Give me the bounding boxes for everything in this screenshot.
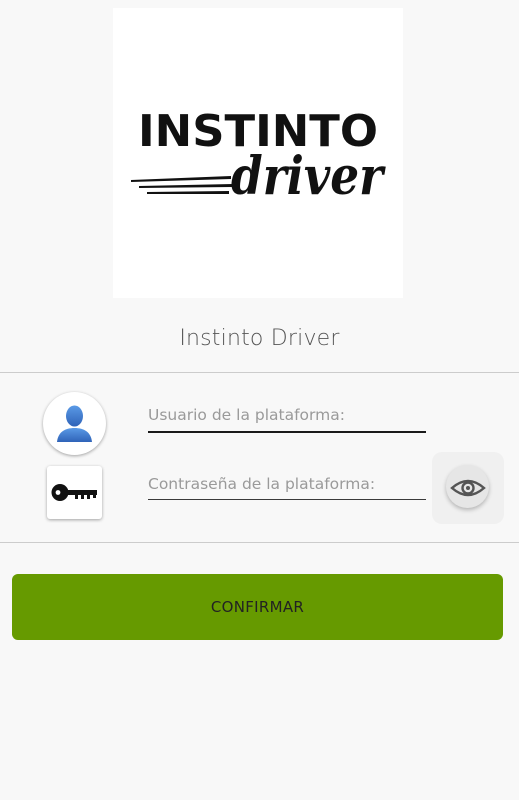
show-password-toggle[interactable] [432,452,504,524]
page-title: Instinto Driver [179,326,340,351]
app-logo: INSTINTO driver [113,8,403,298]
eye-icon [450,479,486,497]
logo-graphic: INSTINTO driver [131,106,386,207]
username-input[interactable] [148,405,426,433]
divider [0,542,519,543]
confirm-button[interactable]: CONFIRMAR [12,574,503,640]
logo-speed-lines [131,176,233,194]
divider [0,372,519,373]
user-silhouette-icon [43,392,106,455]
logo-word-bottom: driver [231,146,386,207]
key-icon [47,466,102,519]
password-input[interactable] [148,475,426,500]
